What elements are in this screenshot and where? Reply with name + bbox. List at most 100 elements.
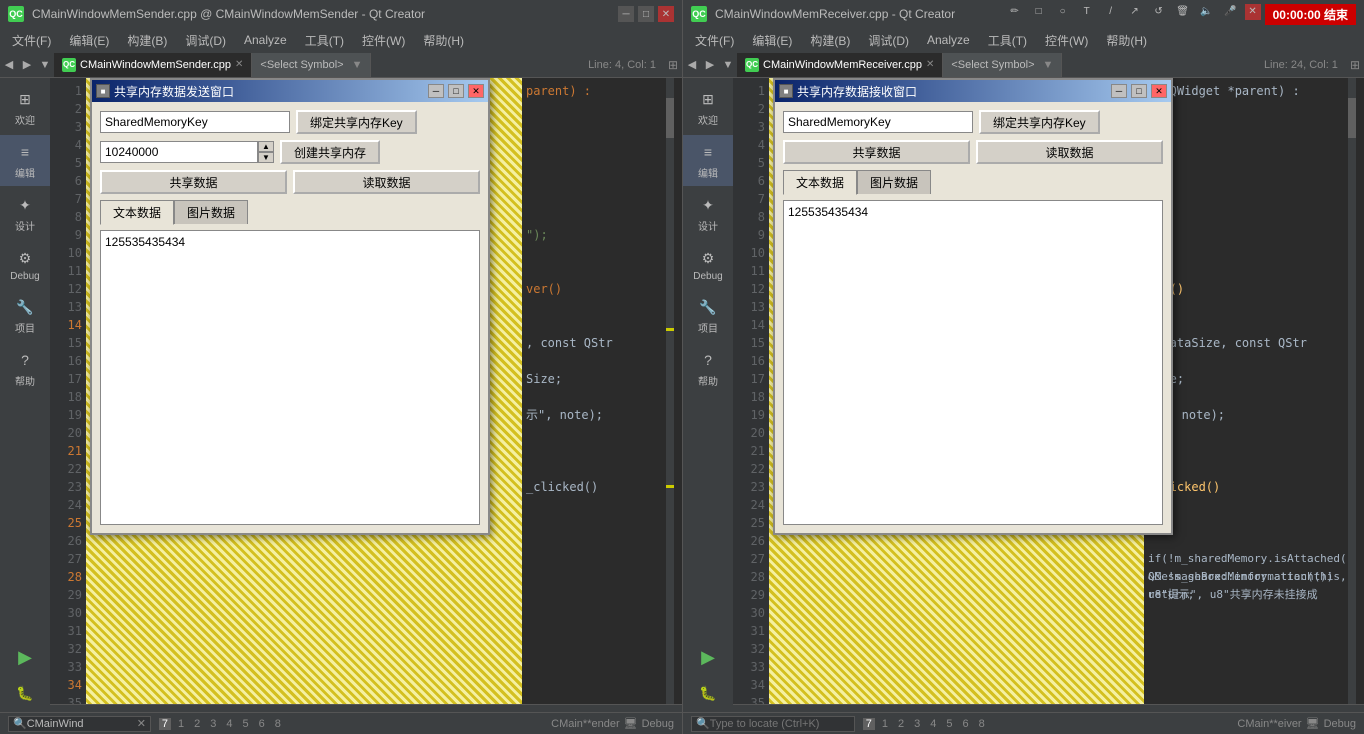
right-menu-edit[interactable]: 编辑(E) bbox=[744, 30, 800, 51]
right-sidebar-run[interactable]: ▶ bbox=[683, 640, 733, 676]
left-menu-tools[interactable]: 工具(T) bbox=[297, 30, 352, 51]
right-tab-active[interactable]: QC CMainWindowMemReceiver.cpp ✕ bbox=[737, 53, 943, 77]
left-tab-prev[interactable]: ◀ bbox=[0, 53, 18, 77]
right-tool-arrow[interactable]: ↗ bbox=[1125, 4, 1145, 20]
left-search-input[interactable] bbox=[27, 718, 137, 730]
right-menu-controls[interactable]: 控件(W) bbox=[1037, 30, 1096, 51]
right-bind-key-btn[interactable]: 绑定共享内存Key bbox=[979, 110, 1100, 134]
right-tool-rect[interactable]: □ bbox=[1029, 4, 1049, 20]
left-tab-text-data[interactable]: 文本数据 bbox=[100, 200, 174, 225]
right-vscrollbar-thumb[interactable] bbox=[1348, 98, 1356, 138]
right-tab-text-data[interactable]: 文本数据 bbox=[783, 170, 857, 195]
left-key-input[interactable] bbox=[100, 111, 290, 133]
left-page-1[interactable]: 1 bbox=[175, 718, 187, 730]
right-tool-text[interactable]: T bbox=[1077, 4, 1097, 20]
left-spin-down[interactable]: ▼ bbox=[258, 152, 274, 163]
right-dialog-close[interactable]: ✕ bbox=[1151, 84, 1167, 98]
left-menu-file[interactable]: 文件(F) bbox=[4, 30, 59, 51]
left-sidebar-welcome[interactable]: ⊞ 欢迎 bbox=[0, 82, 50, 133]
right-tab-prev[interactable]: ◀ bbox=[683, 53, 701, 77]
left-page-5[interactable]: 5 bbox=[240, 718, 252, 730]
left-hscrollbar[interactable] bbox=[50, 704, 682, 712]
right-tool-mic[interactable]: 🎤 bbox=[1221, 4, 1241, 20]
left-dialog-maximize[interactable]: □ bbox=[448, 84, 464, 98]
right-tab-image-data[interactable]: 图片数据 bbox=[857, 170, 931, 194]
left-create-btn[interactable]: 创建共享内存 bbox=[280, 140, 380, 164]
left-tab-active[interactable]: QC CMainWindowMemSender.cpp ✕ bbox=[54, 53, 252, 77]
left-dialog-minimize[interactable]: ─ bbox=[428, 84, 444, 98]
left-sidebar-debug[interactable]: ⚙ Debug bbox=[0, 241, 50, 288]
right-tool-pencil[interactable]: ✏ bbox=[1005, 4, 1025, 20]
right-page-3[interactable]: 3 bbox=[911, 718, 923, 730]
left-read-btn[interactable]: 读取数据 bbox=[293, 170, 480, 194]
right-tab-symbol[interactable]: <Select Symbol> ▼ bbox=[943, 53, 1062, 77]
left-sidebar-debug2[interactable]: 🐛 bbox=[0, 676, 50, 712]
left-tab-next[interactable]: ▶ bbox=[18, 53, 36, 77]
left-page-3[interactable]: 3 bbox=[207, 718, 219, 730]
left-tab-symbol[interactable]: <Select Symbol> ▼ bbox=[252, 53, 371, 77]
left-menu-edit[interactable]: 编辑(E) bbox=[61, 30, 117, 51]
right-sidebar-help[interactable]: ? 帮助 bbox=[683, 343, 733, 394]
right-sidebar-debug2[interactable]: 🐛 bbox=[683, 676, 733, 712]
right-textarea[interactable]: 125535435434 bbox=[784, 201, 1162, 521]
left-textarea[interactable]: 125535435434 bbox=[101, 231, 479, 521]
right-menu-help[interactable]: 帮助(H) bbox=[1098, 30, 1155, 51]
left-close-btn[interactable]: ✕ bbox=[658, 6, 674, 22]
right-sidebar-debug[interactable]: ⚙ Debug bbox=[683, 241, 733, 288]
right-menu-tools[interactable]: 工具(T) bbox=[980, 30, 1035, 51]
left-menu-help[interactable]: 帮助(H) bbox=[415, 30, 472, 51]
left-search-clear[interactable]: ✕ bbox=[137, 717, 146, 730]
left-menu-analyze[interactable]: Analyze bbox=[236, 31, 295, 49]
right-page-7[interactable]: 7 bbox=[863, 718, 875, 730]
right-menu-build[interactable]: 构建(B) bbox=[802, 30, 858, 51]
right-key-input[interactable] bbox=[783, 111, 973, 133]
left-tab-menu[interactable]: ▼ bbox=[36, 53, 54, 77]
left-bind-key-btn[interactable]: 绑定共享内存Key bbox=[296, 110, 417, 134]
right-tab-expand[interactable]: ⊞ bbox=[1346, 58, 1364, 72]
right-hscrollbar[interactable] bbox=[733, 704, 1364, 712]
right-tool-undo[interactable]: ↺ bbox=[1149, 4, 1169, 20]
left-tab-image-data[interactable]: 图片数据 bbox=[174, 200, 248, 224]
left-size-input[interactable] bbox=[100, 141, 258, 163]
left-sidebar-project[interactable]: 🔧 项目 bbox=[0, 290, 50, 341]
right-tab-menu[interactable]: ▼ bbox=[719, 53, 737, 77]
right-sidebar-edit[interactable]: ≡ 编辑 bbox=[683, 135, 733, 186]
left-menu-debug[interactable]: 调试(D) bbox=[177, 30, 234, 51]
left-page-8[interactable]: 8 bbox=[272, 718, 284, 730]
left-tab-close[interactable]: ✕ bbox=[235, 59, 243, 70]
right-tool-circle[interactable]: ○ bbox=[1053, 4, 1073, 20]
left-sidebar-help[interactable]: ? 帮助 bbox=[0, 343, 50, 394]
left-page-4[interactable]: 4 bbox=[223, 718, 235, 730]
right-read-btn[interactable]: 读取数据 bbox=[976, 140, 1163, 164]
left-menu-build[interactable]: 构建(B) bbox=[119, 30, 175, 51]
right-page-5[interactable]: 5 bbox=[943, 718, 955, 730]
right-sidebar-design[interactable]: ✦ 设计 bbox=[683, 188, 733, 239]
right-search-input[interactable] bbox=[710, 718, 850, 730]
left-minimize-btn[interactable]: ─ bbox=[618, 6, 634, 22]
left-dialog-close[interactable]: ✕ bbox=[468, 84, 484, 98]
right-menu-analyze[interactable]: Analyze bbox=[919, 31, 978, 49]
right-tool-line[interactable]: / bbox=[1101, 4, 1121, 20]
left-page-2[interactable]: 2 bbox=[191, 718, 203, 730]
right-close-btn[interactable]: ✕ bbox=[1245, 4, 1261, 20]
left-page-7[interactable]: 7 bbox=[159, 718, 171, 730]
right-sidebar-welcome[interactable]: ⊞ 欢迎 bbox=[683, 82, 733, 133]
right-page-4[interactable]: 4 bbox=[927, 718, 939, 730]
right-page-1[interactable]: 1 bbox=[879, 718, 891, 730]
right-menu-file[interactable]: 文件(F) bbox=[687, 30, 742, 51]
left-spin-up[interactable]: ▲ bbox=[258, 141, 274, 152]
left-vscrollbar[interactable] bbox=[666, 78, 674, 704]
right-dialog-maximize[interactable]: □ bbox=[1131, 84, 1147, 98]
left-tab-expand[interactable]: ⊞ bbox=[664, 58, 682, 72]
left-menu-controls[interactable]: 控件(W) bbox=[354, 30, 413, 51]
right-tab-close[interactable]: ✕ bbox=[926, 59, 934, 70]
right-tool-delete[interactable]: 🗑 bbox=[1173, 4, 1193, 20]
right-vscrollbar[interactable] bbox=[1348, 78, 1356, 704]
left-sidebar-design[interactable]: ✦ 设计 bbox=[0, 188, 50, 239]
right-menu-debug[interactable]: 调试(D) bbox=[860, 30, 917, 51]
right-dialog-minimize[interactable]: ─ bbox=[1111, 84, 1127, 98]
right-share-btn[interactable]: 共享数据 bbox=[783, 140, 970, 164]
left-share-btn[interactable]: 共享数据 bbox=[100, 170, 287, 194]
left-vscrollbar-thumb[interactable] bbox=[666, 98, 674, 138]
left-sidebar-run[interactable]: ▶ bbox=[0, 640, 50, 676]
